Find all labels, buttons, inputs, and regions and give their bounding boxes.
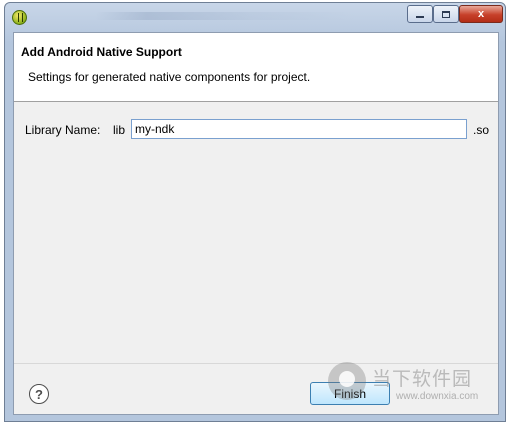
close-button[interactable]: x — [459, 5, 503, 23]
maximize-button[interactable] — [433, 5, 459, 23]
finish-button[interactable]: Finish — [310, 382, 390, 405]
minimize-button[interactable] — [407, 5, 433, 23]
help-button[interactable]: ? — [29, 384, 49, 404]
minimize-icon — [416, 16, 424, 18]
button-bar: ? Finish — [14, 363, 498, 416]
wizard-header: Add Android Native Support Settings for … — [14, 33, 498, 102]
library-name-label: Library Name: — [25, 123, 101, 137]
library-name-row: Library Name: lib .so — [25, 119, 498, 139]
title-bar[interactable]: x — [5, 3, 505, 31]
page-title: Add Android Native Support — [21, 45, 182, 59]
library-suffix-label: .so — [473, 123, 490, 137]
library-prefix-label: lib — [113, 123, 126, 137]
page-description: Settings for generated native components… — [28, 70, 311, 84]
close-icon: x — [477, 8, 485, 20]
blurred-title-text — [95, 12, 355, 20]
maximize-icon — [442, 10, 450, 18]
dialog-body: Add Android Native Support Settings for … — [13, 32, 499, 415]
eclipse-logo-icon — [12, 10, 27, 25]
dialog-window: x Add Android Native Support Settings fo… — [4, 2, 506, 422]
help-icon: ? — [35, 386, 43, 402]
library-name-input[interactable] — [131, 119, 467, 139]
